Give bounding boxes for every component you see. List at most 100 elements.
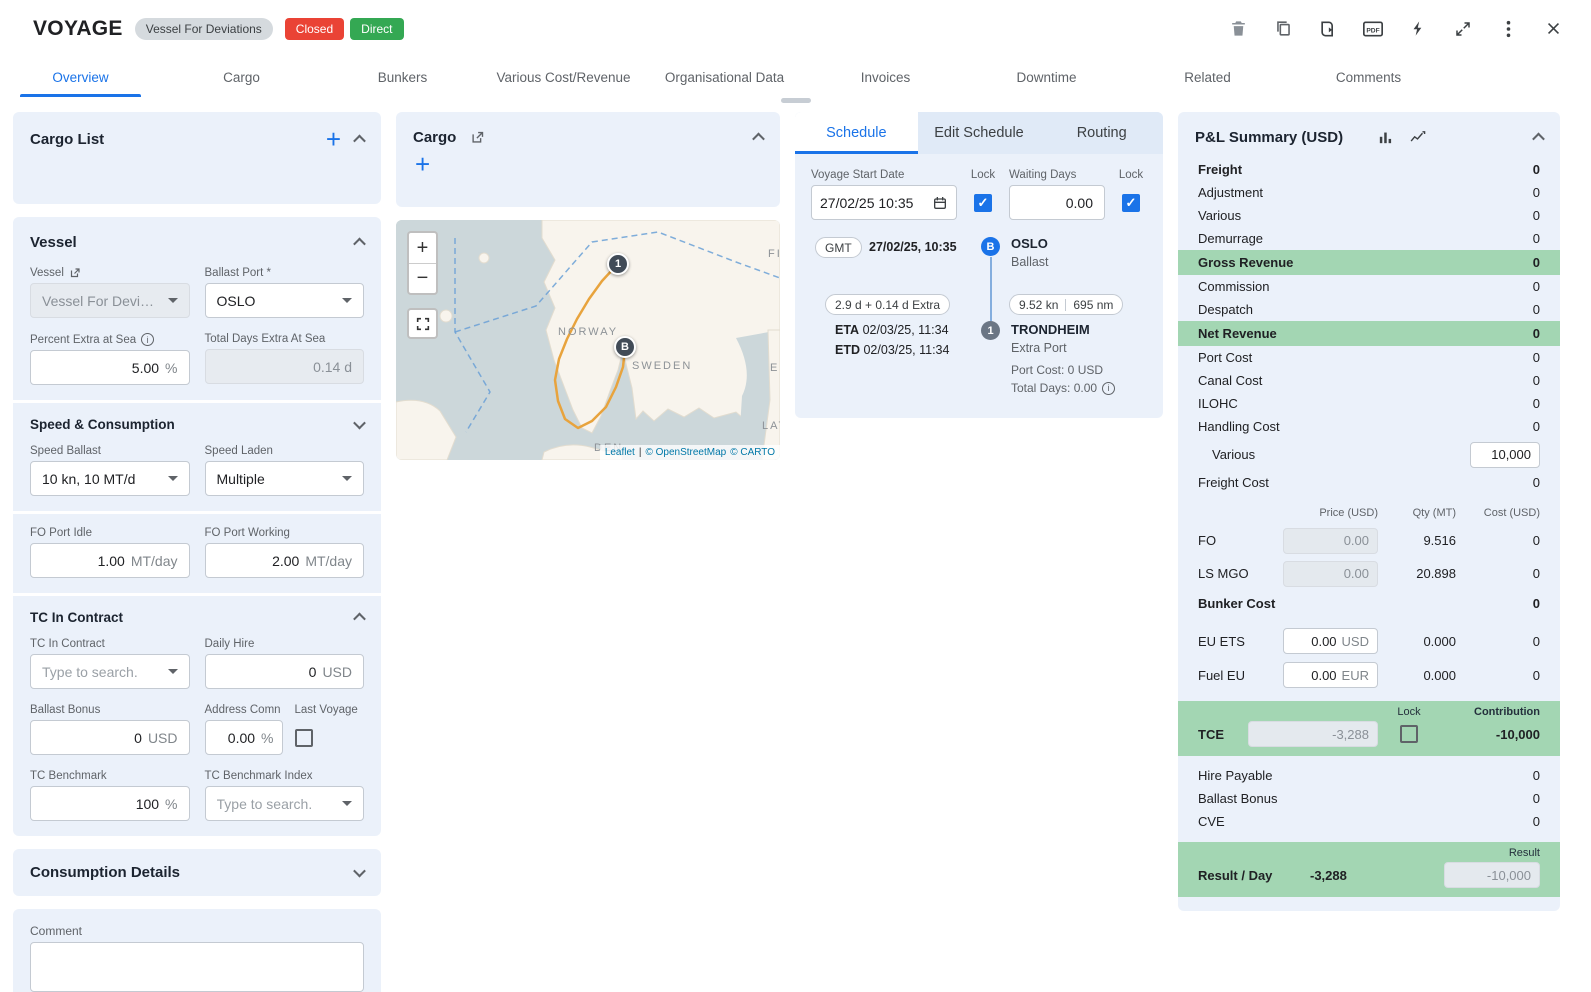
pnl-row-label: ILOHC xyxy=(1198,396,1533,411)
fo-qty: 9.516 xyxy=(1390,533,1456,548)
schedule-column: Schedule Edit Schedule Routing Voyage St… xyxy=(795,112,1163,418)
copy-icon[interactable] xyxy=(1271,17,1295,41)
last-voyage-checkbox[interactable] xyxy=(295,729,313,747)
main-tab-bar: Overview Cargo Bunkers Various Cost/Reve… xyxy=(0,57,1591,97)
tab-schedule[interactable]: Schedule xyxy=(795,112,918,154)
pnl-row-value: 0 xyxy=(1533,185,1540,200)
tab-downtime[interactable]: Downtime xyxy=(966,57,1127,97)
various-cost-label: Various xyxy=(1198,447,1470,462)
ballast-bonus-input[interactable]: 0USD xyxy=(30,720,190,755)
cargo-list-collapse-icon[interactable] xyxy=(353,134,366,147)
speed-laden-select[interactable]: Multiple xyxy=(205,461,365,496)
ballast-port-select[interactable]: OSLO xyxy=(205,283,365,318)
tce-block: Lock Contribution TCE -3,288 -10,000 xyxy=(1178,701,1560,756)
waiting-days-input[interactable]: 0.00 xyxy=(1009,185,1105,220)
map-label-norway: NORWAY xyxy=(558,326,618,338)
eu-ets-price-input[interactable]: 0.00USD xyxy=(1283,628,1378,654)
pdf-export-icon[interactable]: PDF xyxy=(1361,17,1385,41)
info-icon[interactable] xyxy=(1102,382,1115,395)
tc-in-contract-collapse-icon[interactable] xyxy=(353,613,366,626)
add-cargo-button[interactable] xyxy=(415,149,430,179)
tab-edit-schedule[interactable]: Edit Schedule xyxy=(918,112,1041,154)
actions-lightning-icon[interactable] xyxy=(1406,17,1430,41)
trend-chart-icon[interactable] xyxy=(1408,129,1427,146)
openstreetmap-link[interactable]: © OpenStreetMap xyxy=(645,447,726,458)
tab-routing[interactable]: Routing xyxy=(1040,112,1163,154)
origin-port[interactable]: OSLO xyxy=(1011,236,1048,251)
pnl-row-value: 0 xyxy=(1533,814,1540,829)
add-cargo-list-button[interactable] xyxy=(326,129,341,149)
pnl-row-label: Commission xyxy=(1198,279,1533,294)
tab-bunkers[interactable]: Bunkers xyxy=(322,57,483,97)
daily-hire-input[interactable]: 0USD xyxy=(205,654,365,689)
percent-extra-input[interactable]: 5.00% xyxy=(30,350,190,385)
map-fullscreen-button[interactable] xyxy=(407,308,438,339)
vessel-collapse-icon[interactable] xyxy=(353,238,366,251)
cargo-list-title: Cargo List xyxy=(30,131,104,148)
leaflet-link[interactable]: Leaflet xyxy=(605,447,635,458)
pnl-row-value: 0 xyxy=(1533,350,1540,365)
tc-benchmark-input[interactable]: 100% xyxy=(30,786,190,821)
tab-organisational-data[interactable]: Organisational Data xyxy=(644,57,805,97)
vessel-select[interactable]: Vessel For Deviati... xyxy=(30,283,190,318)
fuel-eu-price-input[interactable]: 0.00EUR xyxy=(1283,662,1378,688)
speed-consumption-collapse-icon[interactable] xyxy=(353,417,366,430)
chip-divider xyxy=(1065,299,1066,311)
speed-ballast-select[interactable]: 10 kn, 10 MT/d xyxy=(30,461,190,496)
expand-icon[interactable] xyxy=(1451,17,1475,41)
pnl-summary-panel: P&L Summary (USD) Freight0 Adjustment0 V… xyxy=(1178,112,1560,911)
zoom-in-button[interactable]: + xyxy=(409,233,436,263)
zoom-out-button[interactable]: − xyxy=(409,263,436,293)
map-marker-trondheim[interactable]: 1 xyxy=(607,253,629,275)
destination-port[interactable]: TRONDHEIM xyxy=(1011,322,1090,337)
cargo-panel-collapse-icon[interactable] xyxy=(752,133,765,146)
tab-various-cost-revenue[interactable]: Various Cost/Revenue xyxy=(483,57,644,97)
voyage-start-lock-checkbox[interactable] xyxy=(974,194,992,212)
voyage-map[interactable]: NORWAY SWEDEN FI ES LAT DEN 1 B + − Leaf… xyxy=(396,220,780,460)
pnl-row-label: Hire Payable xyxy=(1198,768,1533,783)
open-vessel-icon[interactable] xyxy=(69,267,81,279)
consumption-details-collapse-icon[interactable] xyxy=(353,865,366,878)
waiting-days-label: Waiting Days xyxy=(1009,169,1105,181)
tab-overview[interactable]: Overview xyxy=(0,57,161,97)
fo-port-idle-input[interactable]: 1.00MT/day xyxy=(30,543,190,578)
timeline-connector xyxy=(990,257,992,321)
percent-extra-label: Percent Extra at Sea xyxy=(30,334,136,346)
open-cargo-icon[interactable] xyxy=(470,130,485,145)
tc-benchmark-index-select[interactable]: Type to search. xyxy=(205,786,365,821)
carto-link[interactable]: © CARTO xyxy=(730,447,775,458)
pnl-row-value: 0 xyxy=(1533,791,1540,806)
map-marker-oslo[interactable]: B xyxy=(614,336,636,358)
comment-textarea[interactable] xyxy=(30,942,364,992)
close-icon[interactable] xyxy=(1541,17,1565,41)
left-column: Cargo List Vessel Vessel xyxy=(13,112,381,992)
address-comn-input[interactable]: 0.00% xyxy=(205,720,283,755)
qty-column-header: Qty (MT) xyxy=(1390,507,1456,519)
waiting-days-lock-checkbox[interactable] xyxy=(1122,194,1140,212)
tc-benchmark-index-label: TC Benchmark Index xyxy=(205,770,365,782)
fo-port-working-input[interactable]: 2.00MT/day xyxy=(205,543,365,578)
pnl-collapse-icon[interactable] xyxy=(1532,133,1545,146)
tab-comments[interactable]: Comments xyxy=(1288,57,1449,97)
bar-chart-icon[interactable] xyxy=(1377,129,1394,146)
tab-related[interactable]: Related xyxy=(1127,57,1288,97)
total-days-extra-label: Total Days Extra At Sea xyxy=(205,333,365,345)
ledger-icon[interactable] xyxy=(1316,17,1340,41)
extra-port-marker[interactable]: 1 xyxy=(981,321,1000,340)
tc-in-contract-select[interactable]: Type to search. xyxy=(30,654,190,689)
various-cost-input[interactable]: 10,000 xyxy=(1470,442,1540,468)
delete-icon[interactable] xyxy=(1226,17,1250,41)
tab-cargo[interactable]: Cargo xyxy=(161,57,322,97)
origin-marker[interactable]: B xyxy=(981,237,1000,256)
gross-revenue-row: Gross Revenue0 xyxy=(1178,250,1560,275)
info-icon[interactable] xyxy=(141,333,154,346)
more-menu-icon[interactable] xyxy=(1496,17,1520,41)
lsmgo-price-input: 0.00 xyxy=(1283,561,1378,587)
panel-resize-handle[interactable] xyxy=(781,98,811,103)
calendar-icon[interactable] xyxy=(932,195,948,211)
dropdown-caret-icon xyxy=(342,476,352,481)
voyage-start-date-input[interactable]: 27/02/25 10:35 xyxy=(811,185,957,220)
tab-invoices[interactable]: Invoices xyxy=(805,57,966,97)
tce-lock-checkbox[interactable] xyxy=(1400,725,1418,743)
daily-hire-label: Daily Hire xyxy=(205,638,365,650)
